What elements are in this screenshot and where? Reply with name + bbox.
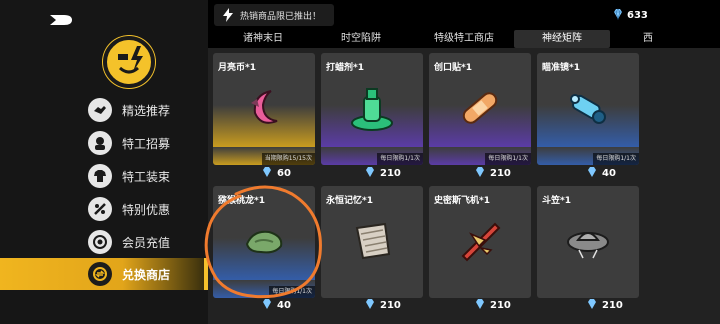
- tab-neural-matrix[interactable]: 神经矩阵: [514, 30, 610, 48]
- back-icon[interactable]: [48, 12, 74, 26]
- sidebar-item-exchange[interactable]: 兑换商店: [0, 258, 208, 290]
- smiley-lightning-logo: [103, 36, 155, 88]
- hat-icon: [567, 232, 609, 259]
- item-name: 斗笠*1: [542, 196, 571, 206]
- sidebar-item-member[interactable]: 会员充值: [0, 226, 208, 258]
- gem-icon: [474, 298, 486, 313]
- item-price: 60: [257, 166, 291, 181]
- item-card[interactable]: 斗笠*1: [537, 186, 639, 298]
- price-value: 210: [490, 300, 511, 311]
- item-name: 永恒记忆*1: [326, 196, 373, 206]
- price-value: 210: [380, 168, 401, 179]
- price-value: 210: [602, 300, 623, 311]
- item-card[interactable]: 每日限购1/1次 创口贴*1: [429, 53, 531, 165]
- item-art: [213, 210, 315, 280]
- gem-icon: [586, 166, 598, 181]
- purchase-limit: 当期限购15/15次: [261, 153, 315, 165]
- item-card[interactable]: 当期限购15/15次 月亮币*1: [213, 53, 315, 165]
- gem-icon: [364, 166, 376, 181]
- sidebar-item-label: 会员充值: [122, 236, 171, 250]
- item-name: 瞄准镜*1: [542, 63, 580, 73]
- gem-icon: [261, 298, 273, 313]
- discount-icon: [88, 197, 112, 221]
- handshake-icon: [88, 98, 112, 122]
- item-price: 210: [582, 298, 623, 313]
- item-name: 月亮币*1: [218, 63, 256, 73]
- sidebar-item-discount[interactable]: 特别优惠: [0, 193, 208, 225]
- gem-icon: [364, 298, 376, 313]
- sidebar: 精选推荐 特工招募 特工装束 特别优惠 会员充值 兑换商店: [0, 0, 208, 324]
- tab-elite-agent-shop[interactable]: 特级特工商店: [414, 30, 514, 48]
- item-price: 40: [582, 166, 616, 181]
- bandage-icon: [462, 92, 498, 124]
- item-art: [213, 77, 315, 147]
- item-art: [321, 210, 423, 280]
- item-name: 史密斯飞机*1: [434, 196, 490, 206]
- gem-icon: [474, 166, 486, 181]
- agent-icon: [88, 131, 112, 155]
- exchange-icon: [88, 262, 112, 286]
- sidebar-item-label: 特工装束: [122, 170, 171, 184]
- tab-more[interactable]: 西: [638, 30, 658, 48]
- shop-tabs: 诸神末日 时空陷阱 特级特工商店 神经矩阵 西: [212, 30, 720, 48]
- item-price: 210: [470, 166, 511, 181]
- currency-display: 633: [609, 8, 648, 23]
- item-grid: 当期限购15/15次 月亮币*1 60 每日限购1/1次 打蜡剂*1 210 每…: [208, 48, 720, 324]
- price-value: 210: [380, 300, 401, 311]
- item-card[interactable]: 每日限购1/1次 瞄准镜*1: [537, 53, 639, 165]
- notice-text: 热销商品限已推出！: [240, 11, 322, 22]
- tab-ragnarok[interactable]: 诸神末日: [218, 30, 308, 48]
- item-card[interactable]: 永恒记忆*1: [321, 186, 423, 298]
- item-price: 40: [257, 298, 291, 313]
- item-art: [537, 77, 639, 147]
- notice-banner[interactable]: 热销商品限已推出！: [214, 4, 334, 26]
- sidebar-item-label: 特别优惠: [122, 203, 171, 217]
- purchase-limit: 每日限购1/1次: [377, 153, 423, 165]
- item-card[interactable]: 史密斯飞机*1: [429, 186, 531, 298]
- wax-bottle-icon: [351, 88, 393, 131]
- gem-icon: [261, 166, 273, 181]
- outfit-icon: [88, 164, 112, 188]
- item-name: 创口贴*1: [434, 63, 472, 73]
- sidebar-item-label: 兑换商店: [122, 268, 171, 282]
- gem-icon: [586, 298, 598, 313]
- item-price: 210: [360, 166, 401, 181]
- item-art: [429, 210, 531, 280]
- scope-icon: [570, 94, 606, 124]
- currency-amount: 633: [627, 10, 648, 21]
- purchase-limit: 每日限购1/1次: [593, 153, 639, 165]
- purchase-limit: 每日限购1/1次: [485, 153, 531, 165]
- purchase-limit: 每日限购1/1次: [269, 286, 315, 298]
- kiwi-dragon-icon: [245, 230, 283, 254]
- lightning-icon: [223, 8, 233, 22]
- sidebar-item-featured[interactable]: 精选推荐: [0, 94, 208, 126]
- item-name: 猕猴桃龙*1: [218, 196, 265, 206]
- item-price: 210: [360, 298, 401, 313]
- item-price: 210: [470, 298, 511, 313]
- sidebar-item-label: 精选推荐: [122, 104, 171, 118]
- item-art: [537, 210, 639, 280]
- sidebar-item-label: 特工招募: [122, 137, 171, 151]
- item-name: 打蜡剂*1: [326, 63, 364, 73]
- item-art: [321, 77, 423, 147]
- price-value: 60: [277, 168, 291, 179]
- item-art: [429, 77, 531, 147]
- sidebar-item-recruit[interactable]: 特工招募: [0, 127, 208, 159]
- price-value: 210: [490, 168, 511, 179]
- tab-time-trap[interactable]: 时空陷阱: [316, 30, 406, 48]
- price-value: 40: [602, 168, 616, 179]
- gem-icon: [612, 8, 624, 23]
- member-icon: [88, 230, 112, 254]
- plane-icon: [461, 222, 501, 262]
- memory-icon: [355, 222, 391, 260]
- moon-coin-icon: [251, 90, 278, 124]
- price-value: 40: [277, 300, 291, 311]
- item-card[interactable]: 每日限购1/1次 猕猴桃龙*1: [213, 186, 315, 298]
- item-card[interactable]: 每日限购1/1次 打蜡剂*1: [321, 53, 423, 165]
- sidebar-item-outfit[interactable]: 特工装束: [0, 160, 208, 192]
